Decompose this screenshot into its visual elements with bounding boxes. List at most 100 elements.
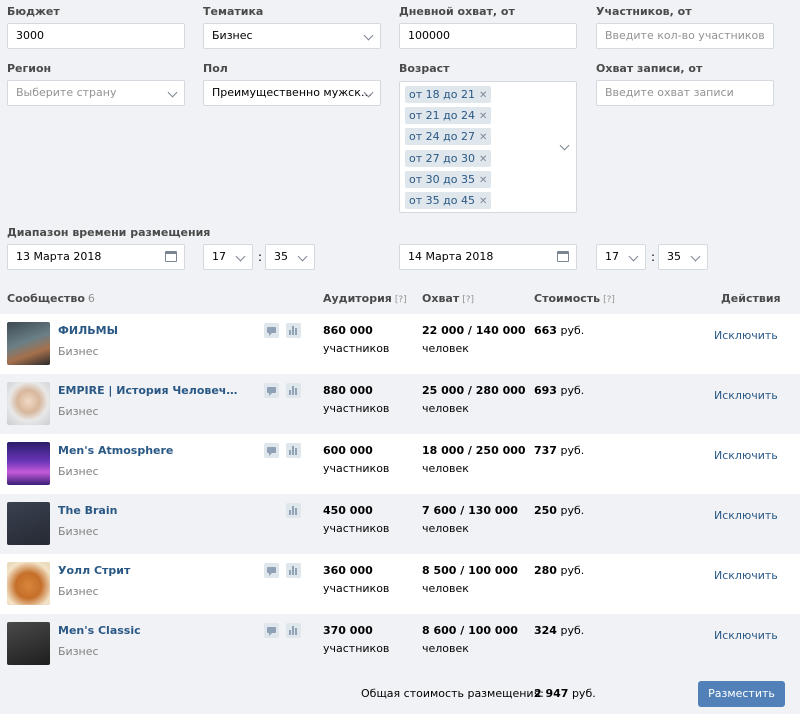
- gender-select[interactable]: Преимущественно мужск…: [203, 80, 381, 106]
- community-category: Бизнес: [58, 465, 99, 478]
- members-input[interactable]: Введите кол-во участников: [596, 23, 774, 49]
- chevron-down-icon[interactable]: [559, 140, 570, 151]
- reach-value: 18 000 / 250 000: [422, 444, 526, 457]
- community-name[interactable]: EMPIRE | История Человеч…: [58, 384, 237, 397]
- age-tag-label: от 35 до 45: [409, 194, 475, 207]
- comment-icon[interactable]: [264, 563, 279, 578]
- column-community-label: Сообщество: [7, 292, 85, 305]
- age-tag-label: от 30 до 35: [409, 173, 475, 186]
- exclude-link[interactable]: Исключить: [714, 629, 778, 642]
- post-reach-input[interactable]: Введите охват записи: [596, 80, 774, 106]
- start-hour-select[interactable]: 17: [203, 244, 253, 270]
- chevron-down-icon: [690, 251, 701, 262]
- table-row: Men's Atmosphere Бизнес 600 000 участник…: [0, 434, 800, 494]
- close-icon[interactable]: ✕: [479, 172, 487, 189]
- daily-reach-input[interactable]: 100000: [399, 23, 577, 49]
- community-count: 6: [87, 292, 95, 305]
- start-date-input[interactable]: 13 Марта 2018: [7, 244, 185, 270]
- audience-value: 370 000: [323, 624, 373, 637]
- start-hour-value: 17: [212, 250, 226, 263]
- column-audience-label: Аудитория: [323, 292, 392, 305]
- stats-icon[interactable]: [286, 563, 301, 578]
- price-value: 663: [534, 324, 557, 337]
- column-cost-label: Стоимость: [534, 292, 601, 305]
- community-name[interactable]: The Brain: [58, 504, 117, 517]
- age-multiselect[interactable]: от 18 до 21 ✕ от 21 до 24 ✕ от 24 до 27 ✕ о…: [399, 81, 577, 213]
- close-icon[interactable]: ✕: [479, 193, 487, 210]
- age-tag[interactable]: от 24 до 27 ✕: [405, 128, 492, 146]
- community-category: Бизнес: [58, 585, 99, 598]
- start-minute-value: 35: [274, 250, 288, 263]
- exclude-link[interactable]: Исключить: [714, 449, 778, 462]
- reach-value: 22 000 / 140 000: [422, 324, 526, 337]
- reach-unit: человек: [422, 522, 469, 535]
- community-name[interactable]: ФИЛЬМЫ: [58, 324, 118, 337]
- stats-icon[interactable]: [286, 443, 301, 458]
- budget-label: Бюджет: [7, 5, 60, 18]
- gender-value: Преимущественно мужск…: [212, 86, 372, 99]
- stats-icon[interactable]: [286, 503, 301, 518]
- age-tag[interactable]: от 30 до 35 ✕: [405, 171, 492, 189]
- community-name[interactable]: Men's Atmosphere: [58, 444, 173, 457]
- audience-value: 450 000: [323, 504, 373, 517]
- community-name[interactable]: Men's Classic: [58, 624, 141, 637]
- region-select[interactable]: Выберите страну: [7, 80, 185, 106]
- time-separator: :: [258, 250, 263, 264]
- calendar-icon[interactable]: [165, 251, 177, 262]
- avatar[interactable]: [7, 622, 50, 665]
- community-category: Бизнес: [58, 525, 99, 538]
- end-hour-select[interactable]: 17: [596, 244, 646, 270]
- community-category: Бизнес: [58, 405, 99, 418]
- price-currency: руб.: [560, 324, 585, 337]
- exclude-link[interactable]: Исключить: [714, 389, 778, 402]
- age-tag[interactable]: от 18 до 21 ✕: [405, 86, 492, 104]
- close-icon[interactable]: ✕: [479, 87, 487, 104]
- comment-icon[interactable]: [264, 323, 279, 338]
- stats-icon[interactable]: [286, 623, 301, 638]
- calendar-icon[interactable]: [557, 251, 569, 262]
- table-row: ФИЛЬМЫ Бизнес 860 000 участников 22 000 …: [0, 314, 800, 374]
- audience-unit: участников: [323, 642, 390, 655]
- close-icon[interactable]: ✕: [479, 129, 487, 146]
- help-icon[interactable]: [?]: [395, 295, 407, 305]
- exclude-link[interactable]: Исключить: [714, 569, 778, 582]
- audience-value: 860 000: [323, 324, 373, 337]
- column-cost[interactable]: Стоимость [?]: [534, 292, 615, 305]
- chevron-down-icon: [363, 30, 374, 41]
- place-button[interactable]: Разместить: [698, 681, 785, 707]
- chevron-down-icon: [628, 251, 639, 262]
- comment-icon[interactable]: [264, 383, 279, 398]
- avatar[interactable]: [7, 562, 50, 605]
- close-icon[interactable]: ✕: [479, 151, 487, 168]
- column-reach[interactable]: Охват [?]: [422, 292, 474, 305]
- stats-icon[interactable]: [286, 323, 301, 338]
- avatar[interactable]: [7, 322, 50, 365]
- age-tag[interactable]: от 21 до 24 ✕: [405, 107, 492, 125]
- end-minute-select[interactable]: 35: [658, 244, 708, 270]
- stats-icon[interactable]: [286, 383, 301, 398]
- exclude-link[interactable]: Исключить: [714, 329, 778, 342]
- community-category: Бизнес: [58, 645, 99, 658]
- age-tag[interactable]: от 27 до 30 ✕: [405, 150, 492, 168]
- comment-icon[interactable]: [264, 443, 279, 458]
- help-icon[interactable]: [?]: [603, 295, 615, 305]
- price-currency: руб.: [560, 624, 585, 637]
- avatar[interactable]: [7, 502, 50, 545]
- exclude-link[interactable]: Исключить: [714, 509, 778, 522]
- community-name[interactable]: Уолл Стрит: [58, 564, 130, 577]
- close-icon[interactable]: ✕: [479, 108, 487, 125]
- age-tag[interactable]: от 35 до 45 ✕: [405, 192, 492, 210]
- avatar[interactable]: [7, 382, 50, 425]
- comment-icon[interactable]: [264, 623, 279, 638]
- end-date-input[interactable]: 14 Марта 2018: [399, 244, 577, 270]
- avatar[interactable]: [7, 442, 50, 485]
- topic-value: Бизнес: [212, 29, 253, 42]
- column-community[interactable]: Сообщество 6: [7, 292, 95, 305]
- start-minute-select[interactable]: 35: [265, 244, 315, 270]
- topic-select[interactable]: Бизнес: [203, 23, 381, 49]
- reach-unit: человек: [422, 402, 469, 415]
- column-audience[interactable]: Аудитория [?]: [323, 292, 407, 305]
- help-icon[interactable]: [?]: [462, 295, 474, 305]
- table-row: EMPIRE | История Человеч… Бизнес 880 000…: [0, 374, 800, 434]
- budget-input[interactable]: 3000: [7, 23, 185, 49]
